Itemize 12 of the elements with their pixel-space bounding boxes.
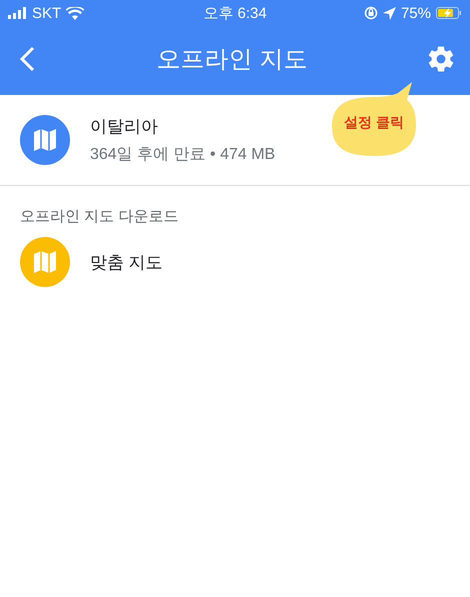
location-arrow-icon [382, 6, 396, 20]
callout-text: 설정 클릭 [343, 114, 405, 132]
signal-icon [8, 7, 27, 19]
rotation-lock-icon [364, 6, 378, 20]
section-heading: 오프라인 지도 다운로드 [19, 207, 180, 227]
wifi-icon [66, 6, 84, 20]
screen-title: 오프라인 지도 [156, 44, 308, 74]
status-time: 오후 6:34 [203, 4, 267, 22]
battery-icon [436, 7, 462, 19]
map-list-item[interactable]: 맞춤 지도 [0, 236, 470, 288]
carrier-name: SKT [32, 4, 62, 22]
battery-percent: 75% [400, 4, 431, 22]
